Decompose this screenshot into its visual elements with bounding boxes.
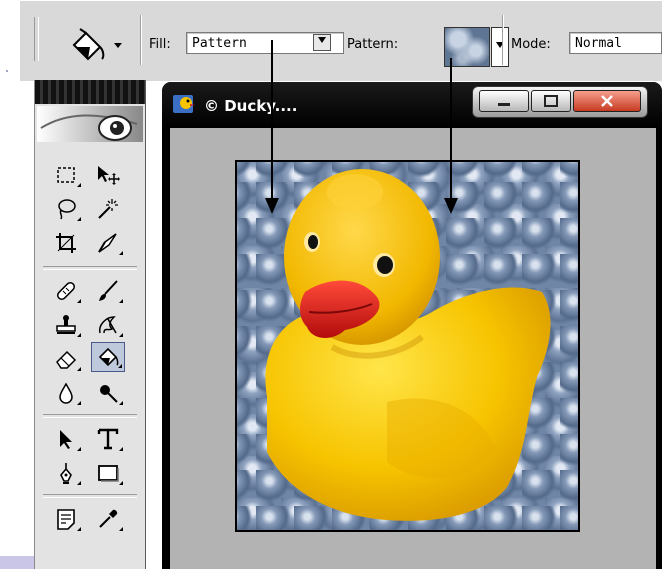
flyout-indicator — [77, 299, 81, 303]
maximize-button[interactable] — [531, 90, 571, 112]
eyedropper-tool[interactable] — [91, 504, 125, 534]
rectangular-marquee-icon — [57, 167, 75, 183]
window-controls — [472, 86, 648, 118]
toolbox-header[interactable] — [35, 80, 145, 104]
close-button[interactable] — [573, 90, 641, 112]
eyedropper-icon — [99, 509, 118, 528]
paint-bucket-tool[interactable] — [91, 342, 125, 372]
pen-icon — [60, 463, 72, 484]
flyout-indicator — [119, 401, 123, 405]
mode-label: Mode: — [511, 37, 551, 52]
flyout-indicator — [119, 527, 123, 531]
dodge-icon — [100, 385, 118, 403]
shape-tool[interactable] — [91, 458, 125, 488]
flyout-indicator — [119, 299, 123, 303]
toolbox — [34, 80, 146, 569]
path-selection-tool[interactable] — [49, 424, 83, 454]
eraser-icon — [56, 350, 77, 369]
paint-bucket-icon — [98, 347, 119, 367]
pattern-swatch[interactable] — [444, 27, 490, 67]
flyout-indicator — [119, 481, 123, 485]
mode-select-value: Normal — [575, 36, 622, 51]
document-window: © Ducky.... — [162, 82, 662, 569]
flyout-indicator — [119, 333, 123, 337]
lasso-tool[interactable] — [49, 194, 83, 224]
rectangle-shape-icon — [98, 465, 119, 482]
flyout-indicator — [118, 364, 122, 368]
move-icon — [98, 166, 120, 185]
document-title-bar[interactable]: © Ducky.... — [162, 82, 662, 128]
move-tool[interactable] — [91, 160, 125, 190]
fill-dropdown-button[interactable] — [313, 34, 331, 51]
fill-select-value: Pattern — [192, 36, 247, 51]
left-strip — [0, 0, 20, 569]
toolbox-logo[interactable] — [37, 106, 143, 142]
healing-brush-icon — [57, 282, 75, 300]
history-brush-tool[interactable] — [91, 310, 125, 340]
flyout-indicator — [77, 333, 81, 337]
clone-stamp-tool[interactable] — [49, 310, 83, 340]
separator — [140, 15, 141, 65]
minimize-icon — [498, 103, 510, 106]
strip-mark — [6, 70, 8, 72]
brush-icon — [99, 280, 118, 301]
bottom-left-tab[interactable] — [0, 556, 34, 569]
magic-wand-tool[interactable] — [91, 194, 125, 224]
close-icon — [601, 95, 613, 107]
path-selection-icon — [60, 430, 72, 449]
type-icon — [97, 428, 119, 450]
flyout-indicator — [77, 367, 81, 371]
lasso-icon — [58, 199, 76, 220]
flyout-indicator — [77, 447, 81, 451]
magic-wand-icon — [98, 199, 118, 219]
pattern-dropdown-button[interactable] — [491, 27, 509, 67]
flyout-indicator — [119, 447, 123, 451]
slice-tool[interactable] — [91, 228, 125, 258]
toolbox-separator — [43, 414, 137, 418]
flyout-indicator — [77, 481, 81, 485]
mode-select[interactable]: Normal — [569, 32, 662, 54]
marquee-tool[interactable] — [49, 160, 83, 190]
separator — [502, 15, 503, 65]
tool-preset-picker[interactable] — [66, 25, 130, 63]
notes-icon — [57, 509, 75, 530]
crop-icon — [56, 233, 76, 253]
pattern-label: Pattern: — [347, 37, 399, 52]
fill-label: Fill: — [149, 37, 171, 52]
chevron-down-icon — [318, 37, 326, 43]
rubber-duck-image — [265, 169, 551, 521]
blur-tool[interactable] — [49, 378, 83, 408]
maximize-icon — [544, 95, 558, 107]
options-bar-grip[interactable] — [34, 17, 39, 61]
brush-tool[interactable] — [91, 276, 125, 306]
minimize-button[interactable] — [479, 90, 529, 112]
dodge-tool[interactable] — [91, 378, 125, 408]
options-bar: Fill: Pattern Pattern: Mode: Normal — [20, 0, 662, 81]
history-brush-icon — [98, 316, 117, 334]
clone-stamp-icon — [56, 315, 76, 334]
photoshop-document-icon — [172, 92, 196, 116]
pen-tool[interactable] — [49, 458, 83, 488]
blur-icon — [59, 382, 73, 404]
toolbox-separator — [43, 494, 137, 498]
healing-brush-tool[interactable] — [49, 276, 83, 306]
notes-tool[interactable] — [49, 504, 83, 534]
crop-tool[interactable] — [49, 228, 83, 258]
eye-logo-icon — [37, 106, 143, 142]
canvas-area[interactable] — [170, 128, 656, 569]
document-image[interactable] — [235, 160, 580, 532]
type-tool[interactable] — [91, 424, 125, 454]
slice-icon — [98, 233, 117, 253]
flyout-indicator — [119, 251, 123, 255]
eraser-tool[interactable] — [49, 344, 83, 374]
paint-bucket-icon — [72, 28, 122, 61]
toolbox-separator — [43, 266, 137, 270]
flyout-indicator — [77, 527, 81, 531]
flyout-indicator — [77, 401, 81, 405]
document-title: © Ducky.... — [204, 97, 298, 115]
flyout-indicator — [77, 217, 81, 221]
flyout-indicator — [77, 183, 81, 187]
